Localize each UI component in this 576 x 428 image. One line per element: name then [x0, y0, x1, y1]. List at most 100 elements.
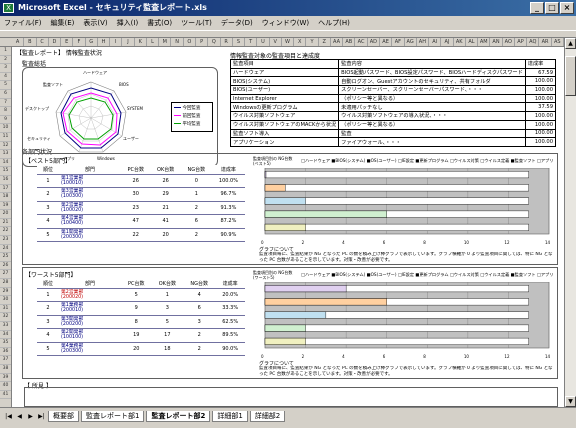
- column-header-cell[interactable]: Z: [319, 38, 331, 46]
- menu-data[interactable]: データ(D): [221, 18, 253, 28]
- row-header-cell[interactable]: 11: [0, 133, 11, 142]
- column-header-cell[interactable]: A: [12, 38, 25, 46]
- row-header-cell[interactable]: 3: [0, 64, 11, 73]
- sheet-tab[interactable]: 概要部: [48, 411, 79, 422]
- row-header-cell[interactable]: 17: [0, 185, 11, 194]
- column-header-cell[interactable]: V: [270, 38, 282, 46]
- row-header-cell[interactable]: 33: [0, 322, 11, 331]
- row-header-cell[interactable]: 20: [0, 210, 11, 219]
- row-header-cell[interactable]: 15: [0, 167, 11, 176]
- row-header-cell[interactable]: 41: [0, 391, 11, 400]
- menu-help[interactable]: ヘルプ(H): [318, 18, 350, 28]
- row-header-cell[interactable]: 35: [0, 339, 11, 348]
- column-header-cell[interactable]: X: [294, 38, 307, 46]
- column-header-cell[interactable]: AS: [552, 38, 564, 46]
- row-header-cell[interactable]: 23: [0, 236, 11, 245]
- column-header-cell[interactable]: AQ: [527, 38, 540, 46]
- column-header-cell[interactable]: K: [135, 38, 147, 46]
- scroll-thumb[interactable]: [565, 56, 576, 96]
- menu-format[interactable]: 書式(O): [147, 18, 172, 28]
- column-header-cell[interactable]: O: [184, 38, 196, 46]
- column-header-cell[interactable]: R: [221, 38, 233, 46]
- row-header-cell[interactable]: 16: [0, 176, 11, 185]
- column-header-cell[interactable]: AB: [343, 38, 356, 46]
- row-header-cell[interactable]: 2: [0, 56, 11, 65]
- tab-prev-button[interactable]: ◀: [15, 412, 24, 422]
- vertical-scrollbar[interactable]: ▲ ▼: [564, 38, 576, 407]
- row-header-cell[interactable]: 24: [0, 245, 11, 254]
- row-header-cell[interactable]: 37: [0, 356, 11, 365]
- column-header-cell[interactable]: AK: [454, 38, 466, 46]
- column-header-cell[interactable]: B: [24, 38, 37, 46]
- column-header-cell[interactable]: AA: [331, 38, 344, 46]
- menu-window[interactable]: ウィンドウ(W): [262, 18, 309, 28]
- row-header-cell[interactable]: 29: [0, 288, 11, 297]
- row-header-cell[interactable]: 21: [0, 219, 11, 228]
- row-header-cell[interactable]: 40: [0, 382, 11, 391]
- row-header-cell[interactable]: 25: [0, 253, 11, 262]
- row-header-cell[interactable]: 34: [0, 331, 11, 340]
- maximize-button[interactable]: □: [545, 2, 559, 14]
- column-header-cell[interactable]: AD: [368, 38, 380, 46]
- row-header-cell[interactable]: 32: [0, 313, 11, 322]
- row-header-cell[interactable]: 31: [0, 305, 11, 314]
- column-header-cell[interactable]: AJ: [441, 38, 454, 46]
- row-header-cell[interactable]: 9: [0, 116, 11, 125]
- column-header-cell[interactable]: AI: [429, 38, 442, 46]
- row-header-cell[interactable]: 6: [0, 90, 11, 99]
- worksheet[interactable]: 【監査レポート】 情報監査状況 監査総括 ハードウェア BIOS SYSTEM …: [12, 47, 564, 407]
- tab-next-button[interactable]: ▶: [26, 412, 35, 422]
- column-header-cell[interactable]: AL: [466, 38, 479, 46]
- menu-tools[interactable]: ツール(T): [181, 18, 212, 28]
- row-header-cell[interactable]: 19: [0, 202, 11, 211]
- sheet-tab[interactable]: 監査レポート部1: [81, 411, 145, 422]
- column-header-cell[interactable]: AH: [417, 38, 430, 46]
- tab-first-button[interactable]: |◀: [4, 412, 13, 422]
- row-header-cell[interactable]: 8: [0, 107, 11, 116]
- column-header-cell[interactable]: J: [122, 38, 135, 46]
- column-header-cell[interactable]: AG: [405, 38, 417, 46]
- column-header-cell[interactable]: Q: [208, 38, 221, 46]
- column-header-cell[interactable]: AM: [478, 38, 491, 46]
- menu-view[interactable]: 表示(V): [83, 18, 107, 28]
- column-header-cell[interactable]: E: [61, 38, 74, 46]
- row-header-cell[interactable]: 27: [0, 270, 11, 280]
- column-header-cell[interactable]: H: [98, 38, 111, 46]
- minimize-button[interactable]: _: [530, 2, 544, 14]
- column-header-cell[interactable]: S: [233, 38, 246, 46]
- menu-file[interactable]: ファイル(F): [4, 18, 42, 28]
- column-header-cell[interactable]: U: [257, 38, 270, 46]
- row-header-cell[interactable]: 10: [0, 124, 11, 133]
- menu-insert[interactable]: 挿入(I): [117, 18, 139, 28]
- column-header-cell[interactable]: N: [171, 38, 184, 46]
- sheet-tab[interactable]: 詳細部2: [249, 411, 286, 422]
- row-header-cell[interactable]: 38: [0, 365, 11, 374]
- column-header-cell[interactable]: Y: [306, 38, 319, 46]
- column-header-cell[interactable]: M: [159, 38, 172, 46]
- close-button[interactable]: ×: [560, 2, 574, 14]
- menu-edit[interactable]: 編集(E): [51, 18, 75, 28]
- column-header-cell[interactable]: T: [245, 38, 258, 46]
- column-header-cell[interactable]: D: [49, 38, 62, 46]
- column-header-cell[interactable]: I: [110, 38, 123, 46]
- row-header-cell[interactable]: 39: [0, 374, 11, 383]
- row-header-cell[interactable]: 4: [0, 73, 11, 82]
- sheet-tab-active[interactable]: 監査レポート部2: [146, 411, 211, 422]
- row-header-cell[interactable]: 7: [0, 99, 11, 108]
- scroll-up-arrow[interactable]: ▲: [565, 38, 576, 49]
- column-header-cell[interactable]: AR: [539, 38, 552, 46]
- column-header-cell[interactable]: P: [196, 38, 209, 46]
- row-header-cell[interactable]: 14: [0, 159, 11, 168]
- column-header-cell[interactable]: F: [73, 38, 86, 46]
- row-header-cell[interactable]: 28: [0, 279, 11, 288]
- column-header-cell[interactable]: AP: [515, 38, 528, 46]
- column-header-cell[interactable]: AO: [503, 38, 515, 46]
- column-header-cell[interactable]: AE: [380, 38, 393, 46]
- column-header-cell[interactable]: AC: [355, 38, 368, 46]
- column-header-cell[interactable]: AF: [392, 38, 405, 46]
- column-header-cell[interactable]: G: [86, 38, 98, 46]
- column-header-cell[interactable]: W: [282, 38, 295, 46]
- row-header-cell[interactable]: 13: [0, 150, 11, 159]
- row-header-cell[interactable]: 1: [0, 47, 11, 56]
- row-header-cell[interactable]: 18: [0, 193, 11, 202]
